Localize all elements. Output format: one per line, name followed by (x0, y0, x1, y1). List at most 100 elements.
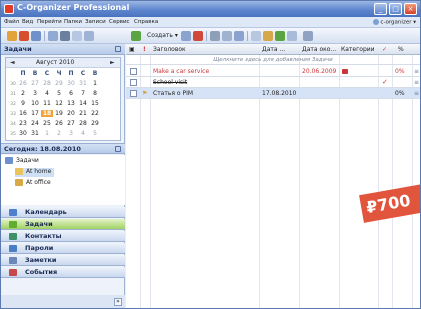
calendar-day[interactable]: 29 (53, 80, 65, 87)
nav-item[interactable]: Задачи (1, 219, 125, 230)
calendar-day[interactable]: 28 (77, 120, 89, 127)
row-menu-icon[interactable]: ≡ (414, 90, 419, 97)
nav-item[interactable]: Пароли (1, 243, 125, 254)
calendar-day[interactable]: 10 (29, 100, 41, 107)
create-button[interactable]: Создать ▾ (147, 32, 178, 39)
done-checkmark[interactable]: ✓ (382, 78, 388, 86)
pin-icon[interactable] (115, 46, 121, 52)
calendar-day[interactable]: 9 (17, 100, 29, 107)
calendar-day[interactable]: 4 (77, 130, 89, 137)
col-type-icon[interactable]: ▣ (129, 46, 135, 53)
calendar-day[interactable]: 29 (89, 120, 101, 127)
col-priority[interactable]: ! (143, 46, 146, 53)
calendar-day[interactable]: 19 (53, 110, 65, 117)
find-icon[interactable] (251, 31, 261, 41)
calendar-day[interactable]: 23 (17, 120, 29, 127)
next-month-button[interactable]: ► (110, 59, 115, 66)
col-categories[interactable]: Категории (341, 46, 375, 53)
maximize-button[interactable]: □ (389, 3, 402, 15)
edit-icon[interactable] (181, 31, 191, 41)
more-modules-button[interactable]: » (114, 298, 122, 306)
row-menu-icon[interactable]: ≡ (414, 68, 419, 75)
cut-icon[interactable] (210, 31, 220, 41)
properties-icon[interactable] (234, 31, 244, 41)
row-menu-icon[interactable]: ≡ (414, 79, 419, 86)
table-row[interactable]: School visit ✓ ≡ (126, 77, 420, 88)
menu-help[interactable]: Справка (134, 19, 158, 25)
nav-item[interactable]: Календарь (1, 207, 125, 218)
add-task-hint[interactable]: Щелкните здесь для добавления Задачи (126, 55, 420, 65)
calendar-day[interactable]: 2 (17, 90, 29, 97)
nav-item[interactable]: События (1, 267, 125, 278)
calendar-day[interactable]: 26 (53, 120, 65, 127)
calendar-day[interactable]: 26 (17, 80, 29, 87)
col-done[interactable]: ✓ (382, 46, 387, 53)
calendar-day[interactable]: 17 (29, 110, 41, 117)
paste-icon[interactable] (222, 31, 232, 41)
delete-icon[interactable] (193, 31, 203, 41)
table-row[interactable]: Make a car service 20.06.2009 0% ≡ (126, 66, 420, 77)
calendar-day[interactable]: 8 (89, 90, 101, 97)
refresh-icon[interactable] (19, 31, 29, 41)
calendar-day[interactable]: 31 (29, 130, 41, 137)
prev-month-button[interactable]: ◄ (10, 59, 15, 66)
table-row[interactable]: ⚑ Статья о PIM 17.08.2010 0% ≡ (126, 88, 420, 99)
sort-icon[interactable] (263, 31, 273, 41)
back-icon[interactable] (7, 31, 17, 41)
col-title[interactable]: Заголовок (153, 46, 186, 53)
calendar-day[interactable]: 31 (77, 80, 89, 87)
calendar-day[interactable]: 14 (77, 100, 89, 107)
calendar-day[interactable]: 12 (53, 100, 65, 107)
nav-item[interactable]: Заметки (1, 255, 125, 266)
calendar-day[interactable]: 15 (89, 100, 101, 107)
menu-records[interactable]: Записи (85, 19, 106, 25)
layout-icon[interactable] (303, 31, 313, 41)
calendar-day[interactable]: 6 (65, 90, 77, 97)
calendar-day[interactable]: 3 (29, 90, 41, 97)
account-menu[interactable]: c-organizer ▾ (372, 19, 416, 26)
new-task-icon[interactable] (131, 31, 141, 41)
calendar-day[interactable]: 4 (41, 90, 53, 97)
calendar-day[interactable]: 7 (77, 90, 89, 97)
tree-item-at-office[interactable]: At office (15, 179, 51, 188)
calendar-day[interactable]: 30 (17, 130, 29, 137)
calendar-day[interactable]: 2 (53, 130, 65, 137)
filter-icon[interactable] (275, 31, 285, 41)
view-icon[interactable] (84, 31, 94, 41)
menu-go[interactable]: Перейти (37, 19, 62, 25)
menu-view[interactable]: Вид (22, 19, 33, 25)
calendar-day[interactable]: 30 (65, 80, 77, 87)
calendar-day[interactable]: 28 (41, 80, 53, 87)
col-start-date[interactable]: Дата ... (262, 46, 285, 53)
calendar-day[interactable]: 18 (41, 110, 53, 117)
col-percent[interactable]: % (398, 46, 404, 53)
calendar-day[interactable]: 24 (29, 120, 41, 127)
calendar-day[interactable]: 20 (65, 110, 77, 117)
calendar-day[interactable]: 22 (89, 110, 101, 117)
calendar-day[interactable]: 27 (65, 120, 77, 127)
calendar-day[interactable]: 27 (29, 80, 41, 87)
calendar-day[interactable]: 5 (53, 90, 65, 97)
tree-item-at-home[interactable]: At home (15, 168, 55, 177)
calendar-day[interactable]: 16 (17, 110, 29, 117)
search-icon[interactable] (48, 31, 58, 41)
tree-root-tasks[interactable]: Задачи (5, 157, 39, 166)
calendar-day[interactable]: 25 (41, 120, 53, 127)
calendar-day[interactable]: 1 (41, 130, 53, 137)
minimize-button[interactable]: _ (374, 3, 387, 15)
nav-item[interactable]: Контакты (1, 231, 125, 242)
menu-folders[interactable]: Папки (64, 19, 82, 25)
menu-tools[interactable]: Сервис (109, 19, 130, 25)
calendar-day[interactable]: 21 (77, 110, 89, 117)
calendar-day[interactable]: 13 (65, 100, 77, 107)
print-icon[interactable] (60, 31, 70, 41)
copy-icon[interactable] (72, 31, 82, 41)
calendar-day[interactable]: 1 (89, 80, 101, 87)
columns-icon[interactable] (287, 31, 297, 41)
calendar-day[interactable]: 11 (41, 100, 53, 107)
today-bar[interactable]: Сегодня: 18.08.2010 (1, 143, 125, 154)
menu-file[interactable]: Файл (4, 19, 19, 25)
calendar-day[interactable]: 5 (89, 130, 101, 137)
close-button[interactable]: × (404, 3, 417, 15)
forward-icon[interactable] (31, 31, 41, 41)
